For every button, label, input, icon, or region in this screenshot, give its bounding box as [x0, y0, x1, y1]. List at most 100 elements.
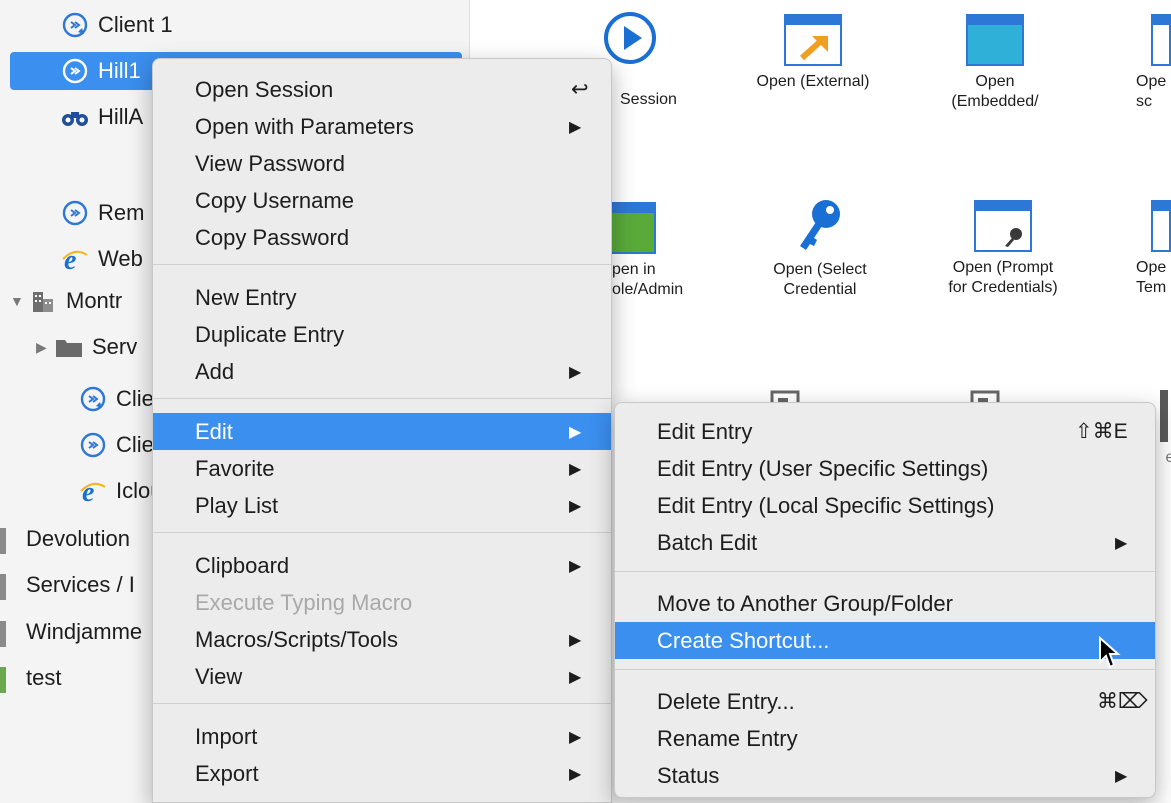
- key-icon: [792, 196, 848, 254]
- menu-item-new-entry[interactable]: New Entry: [153, 279, 611, 316]
- menu-item-favorite[interactable]: Favorite ▶: [153, 450, 611, 487]
- menu-item-batch-edit[interactable]: Batch Edit ▶: [615, 524, 1155, 561]
- svg-text:e: e: [82, 477, 94, 505]
- menu-item-view[interactable]: View ▶: [153, 658, 611, 695]
- tree-item-label: Clie: [116, 432, 154, 457]
- menu-item-label: Add: [195, 358, 235, 384]
- group-color-marker: [0, 667, 6, 693]
- context-menu: Open Session ↩ Open with Parameters ▶ Vi…: [152, 58, 612, 803]
- menu-item-label: Create Shortcut...: [657, 627, 830, 653]
- tile-label: e: [1165, 449, 1171, 466]
- console-icon: [610, 202, 656, 254]
- window-icon: [1160, 390, 1168, 442]
- tile-label: Open (Embedded/: [951, 73, 1039, 110]
- menu-separator: [153, 398, 611, 399]
- internet-explorer-icon: e: [60, 244, 90, 274]
- tile-open-embedded[interactable]: Open (Embedded/: [920, 14, 1070, 112]
- tile-partial[interactable]: e: [1160, 390, 1171, 468]
- menu-separator: [615, 669, 1155, 670]
- tree-item-label: HillA: [98, 104, 144, 129]
- submenu-arrow-icon: ▶: [569, 118, 582, 136]
- mouse-pointer-icon: [1098, 635, 1122, 675]
- submenu-arrow-icon: ▶: [569, 728, 582, 746]
- tree-item-label: Serv: [92, 334, 138, 359]
- menu-item-status[interactable]: Status ▶: [615, 757, 1155, 794]
- menu-item-copy-password[interactable]: Copy Password: [153, 219, 611, 256]
- tree-item-label: Web: [98, 246, 143, 271]
- menu-item-label: Edit Entry: [657, 418, 753, 444]
- menu-item-label: Status: [657, 762, 720, 788]
- tree-item-label: Montr: [66, 288, 123, 313]
- tree-item-label: Services / I: [26, 572, 135, 597]
- menu-item-copy-username[interactable]: Copy Username: [153, 182, 611, 219]
- tile-label: Ope sc: [1136, 73, 1167, 110]
- tree-item-label: Hill1: [98, 58, 141, 83]
- menu-item-delete-entry[interactable]: Delete Entry... ⌘⌦: [615, 683, 1155, 720]
- menu-item-edit-entry-local-specific[interactable]: Edit Entry (Local Specific Settings): [615, 487, 1155, 524]
- tile-open-partial[interactable]: Ope sc: [1106, 14, 1171, 112]
- window-icon: [1151, 200, 1171, 252]
- menu-item-open-with-parameters[interactable]: Open with Parameters ▶: [153, 108, 611, 145]
- menu-item-label: Rename Entry: [657, 725, 798, 751]
- menu-item-label: Macros/Scripts/Tools: [195, 626, 398, 652]
- menu-item-import[interactable]: Import ▶: [153, 718, 611, 755]
- menu-item-move-to-group[interactable]: Move to Another Group/Folder: [615, 585, 1155, 622]
- submenu-arrow-icon: ▶: [569, 423, 582, 441]
- menu-item-clipboard[interactable]: Clipboard ▶: [153, 547, 611, 584]
- binoculars-icon: [60, 102, 90, 132]
- tree-item-label: test: [26, 665, 62, 690]
- svg-text:e: e: [64, 245, 76, 273]
- menu-item-export[interactable]: Export ▶: [153, 755, 611, 792]
- menu-item-edit-entry-user-specific[interactable]: Edit Entry (User Specific Settings): [615, 450, 1155, 487]
- menu-item-label: Delete Entry...: [657, 688, 795, 714]
- submenu-arrow-icon: ▶: [569, 460, 582, 478]
- tile-label: Open (Select Credential: [773, 261, 867, 298]
- menu-item-label: Clipboard: [195, 552, 290, 578]
- menu-item-rename-entry[interactable]: Rename Entry: [615, 720, 1155, 757]
- menu-item-label: Edit Entry (Local Specific Settings): [657, 492, 995, 518]
- menu-item-label: Execute Typing Macro: [195, 589, 413, 615]
- menu-item-view-password[interactable]: View Password: [153, 145, 611, 182]
- menu-item-edit-entry[interactable]: Edit Entry ⇧⌘E: [615, 413, 1155, 450]
- menu-item-label: Open Session: [195, 76, 334, 102]
- return-key-icon: ↩: [571, 78, 589, 101]
- tile-open-select-credential[interactable]: Open (Select Credential: [740, 196, 900, 300]
- menu-item-label: New Entry: [195, 284, 297, 310]
- menu-separator: [153, 264, 611, 265]
- menu-item-label: Open with Parameters: [195, 113, 414, 139]
- tree-item-label: Clie: [116, 386, 154, 411]
- menu-item-duplicate-entry[interactable]: Duplicate Entry: [153, 316, 611, 353]
- folder-icon: [54, 332, 84, 362]
- menu-item-edit[interactable]: Edit ▶: [153, 413, 611, 450]
- menu-item-label: Copy Password: [195, 224, 350, 250]
- menu-item-label: Batch Edit: [657, 529, 758, 555]
- remote-desktop-icon: [60, 56, 90, 86]
- submenu-arrow-icon: ▶: [569, 363, 582, 381]
- menu-item-play-list[interactable]: Play List ▶: [153, 487, 611, 524]
- keyboard-shortcut: ⌘⌦: [1097, 690, 1148, 713]
- tree-item-label: Windjamme: [26, 619, 143, 644]
- submenu-arrow-icon: ▶: [569, 668, 582, 686]
- menu-item-label: Play List: [195, 492, 279, 518]
- menu-separator: [153, 532, 611, 533]
- tile-label: Open (External): [756, 73, 870, 90]
- menu-item-open-session[interactable]: Open Session ↩: [153, 71, 611, 108]
- submenu-arrow-icon: ▶: [1115, 767, 1128, 785]
- open-embedded-icon: [966, 14, 1024, 66]
- tree-item-label: Devolution: [26, 526, 130, 551]
- tile-open-template[interactable]: Ope Tem: [1106, 200, 1171, 298]
- menu-item-create-shortcut[interactable]: Create Shortcut...: [615, 622, 1155, 659]
- tile-open-prompt-credentials[interactable]: Open (Prompt for Credentials): [918, 200, 1088, 298]
- submenu-arrow-icon: ▶: [569, 497, 582, 515]
- disclosure-down-icon[interactable]: ▼: [10, 293, 28, 309]
- remote-desktop-icon: [60, 198, 90, 228]
- menu-item-label: Copy Username: [195, 187, 354, 213]
- disclosure-right-icon[interactable]: ▶: [36, 339, 54, 356]
- menu-item-add[interactable]: Add ▶: [153, 353, 611, 390]
- tile-label: Ope Tem: [1136, 259, 1167, 296]
- tree-item-client-1[interactable]: Client 1: [60, 6, 460, 44]
- menu-item-macros-scripts-tools[interactable]: Macros/Scripts/Tools ▶: [153, 621, 611, 658]
- menu-item-label: Edit Entry (User Specific Settings): [657, 455, 989, 481]
- tile-open-external[interactable]: Open (External): [728, 14, 898, 92]
- building-icon: [28, 286, 58, 316]
